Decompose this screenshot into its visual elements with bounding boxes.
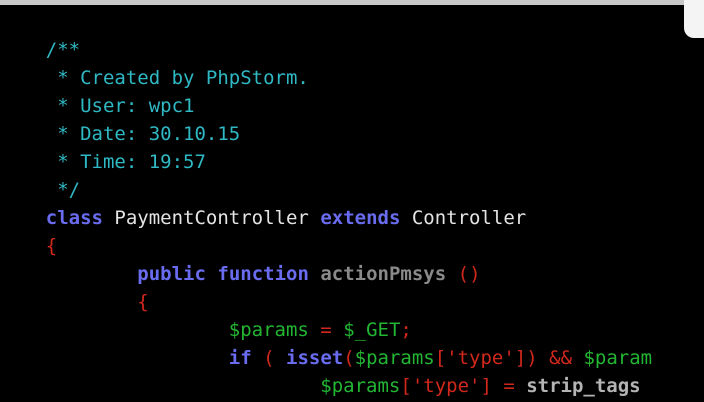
code-token: isset	[286, 347, 344, 369]
code-token: $params	[228, 319, 309, 341]
code-line[interactable]: class PaymentController extends Controll…	[0, 204, 704, 232]
code-token: function	[217, 263, 309, 285]
code-token: extends	[320, 207, 401, 229]
code-token: ()	[457, 263, 481, 285]
code-token: Controller	[400, 207, 527, 229]
code-token: $params	[320, 375, 401, 397]
code-line[interactable]: * Date: 30.10.15	[0, 120, 704, 148]
window-top-bar	[0, 0, 704, 5]
code-token: class	[45, 207, 103, 229]
code-token: ;	[400, 319, 412, 341]
code-token: */	[45, 179, 81, 201]
corner-widget[interactable]	[684, 0, 704, 38]
code-token: ['type']	[400, 375, 492, 397]
code-token: * Created by PhpStorm.	[45, 67, 309, 89]
code-token: (	[251, 347, 286, 369]
code-token: * User: wpc1	[45, 95, 195, 117]
code-token: {	[137, 291, 149, 313]
code-line[interactable]: * User: wpc1	[0, 92, 704, 120]
code-token: $params	[354, 347, 435, 369]
code-token: =	[308, 319, 344, 341]
code-line[interactable]: */	[0, 176, 704, 204]
code-token: (	[343, 347, 355, 369]
code-line[interactable]: {	[0, 288, 704, 316]
code-token: actionPmsys	[320, 263, 447, 285]
code-line[interactable]: * Time: 19:57	[0, 148, 704, 176]
code-token: ['type']	[434, 347, 527, 369]
code-token: public	[137, 263, 206, 285]
code-line[interactable]: $params = $_GET;	[0, 316, 704, 344]
code-line[interactable]: {	[0, 232, 704, 260]
code-token: $param	[583, 347, 653, 369]
code-token: strip_tags	[526, 375, 641, 397]
code-token: * Time: 19:57	[45, 151, 206, 173]
code-line[interactable]: if ( isset($params['type']) && $param	[0, 344, 704, 372]
code-line[interactable]: $params['type'] = strip_tags	[0, 372, 704, 400]
code-token: {	[45, 235, 58, 257]
code-line[interactable]: public function actionPmsys ()	[0, 260, 704, 288]
code-token: if	[228, 347, 252, 369]
code-editor-window: /** * Created by PhpStorm. * User: wpc1 …	[0, 0, 704, 402]
code-line[interactable]: /**	[0, 36, 704, 64]
code-token: PaymentController	[102, 207, 321, 229]
code-line[interactable]: * Created by PhpStorm.	[0, 64, 704, 92]
code-token: /**	[45, 39, 81, 61]
code-editor[interactable]: /** * Created by PhpStorm. * User: wpc1 …	[0, 36, 704, 400]
code-token: ) &&	[526, 347, 584, 369]
code-token: * Date: 30.10.15	[45, 123, 241, 145]
code-token: =	[491, 375, 527, 397]
code-token: $_GET	[343, 319, 401, 341]
